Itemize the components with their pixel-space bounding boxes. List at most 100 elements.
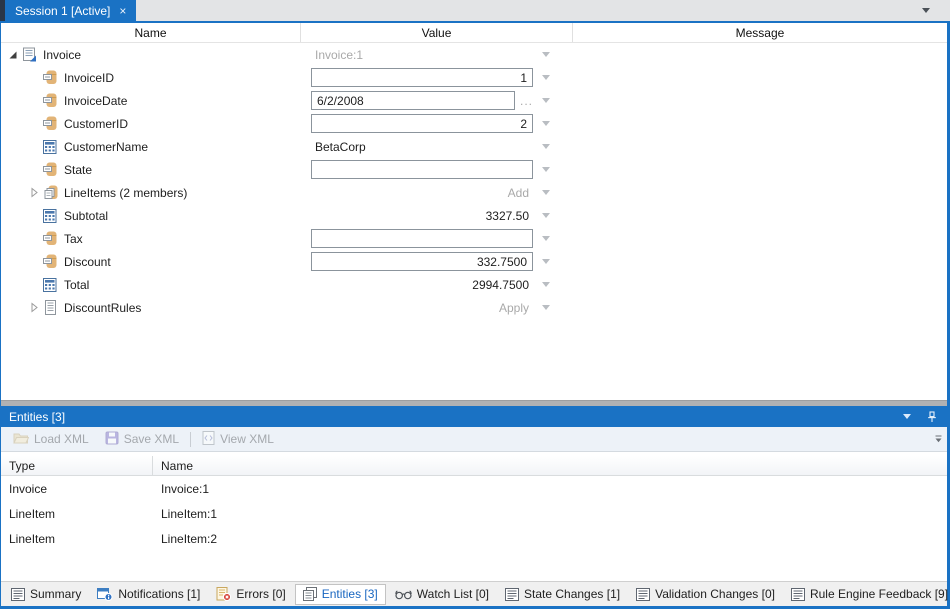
tree-grid-row[interactable]: LineItems (2 members)Add xyxy=(1,181,947,204)
value-widget: Add xyxy=(311,186,533,200)
tree-grid-row[interactable]: Invoice Invoice:1 xyxy=(1,43,947,66)
entities-panel-header[interactable]: Entities [3] xyxy=(1,406,947,427)
row-name-label: InvoiceID xyxy=(64,71,114,85)
output-tab-label: Notifications [1] xyxy=(118,587,200,601)
value-input[interactable] xyxy=(311,91,515,110)
tree-grid-row[interactable]: DiscountRulesApply xyxy=(1,296,947,319)
view-xml-button[interactable]: View XML xyxy=(194,427,282,451)
tree-grid-row[interactable]: InvoiceID xyxy=(1,66,947,89)
column-header-entity-name[interactable]: Name xyxy=(153,456,947,475)
entity-name-cell: LineItem:2 xyxy=(153,532,947,546)
tab-summary[interactable]: Summary xyxy=(4,584,88,605)
entity-icon xyxy=(21,47,37,63)
value-input[interactable] xyxy=(311,229,533,248)
tab-watch-list[interactable]: Watch List [0] xyxy=(388,584,496,605)
expand-toggle-icon[interactable] xyxy=(26,187,42,198)
save-xml-button[interactable]: Save XML xyxy=(97,427,187,451)
tree-grid-row[interactable]: State xyxy=(1,158,947,181)
entity-table-row[interactable]: InvoiceInvoice:1 xyxy=(1,476,947,501)
value-input[interactable] xyxy=(311,68,533,87)
close-icon[interactable]: × xyxy=(119,5,126,17)
tab-validation-changes[interactable]: Validation Changes [0] xyxy=(629,584,782,605)
toolbar-button-label: Load XML xyxy=(34,432,89,446)
column-header-type[interactable]: Type xyxy=(1,456,153,475)
column-header-name[interactable]: Name xyxy=(1,23,301,42)
row-value-cell: Add xyxy=(301,181,573,204)
output-tab-label: Entities [3] xyxy=(322,587,378,601)
row-name-label: Invoice xyxy=(43,48,81,62)
value-dropdown-icon[interactable] xyxy=(542,305,550,310)
value-widget: Apply xyxy=(311,301,533,315)
value-dropdown-icon[interactable] xyxy=(542,98,550,103)
value-dropdown-icon[interactable] xyxy=(542,144,550,149)
entity-table-row[interactable]: LineItemLineItem:2 xyxy=(1,526,947,551)
collapse-toggle-icon[interactable] xyxy=(5,50,21,60)
tab-errors[interactable]: Errors [0] xyxy=(209,584,292,605)
entity-name-cell: Invoice:1 xyxy=(153,482,947,496)
value-dropdown-icon[interactable] xyxy=(542,236,550,241)
row-value-cell: Apply xyxy=(301,296,573,319)
tree-grid-row[interactable]: CustomerID xyxy=(1,112,947,135)
value-dropdown-icon[interactable] xyxy=(542,213,550,218)
output-tab-label: Rule Engine Feedback [9] xyxy=(810,587,948,601)
tab-notifications[interactable]: Notifications [1] xyxy=(90,584,207,605)
value-label: Invoice:1 xyxy=(311,48,533,62)
output-tab-bar: Summary Notifications [1] Errors [0] Entiti… xyxy=(1,581,947,606)
value-input[interactable] xyxy=(311,114,533,133)
value-dropdown-icon[interactable] xyxy=(542,259,550,264)
tree-grid-row[interactable]: Tax xyxy=(1,227,947,250)
column-header-value[interactable]: Value xyxy=(301,23,573,42)
output-tab-label: Validation Changes [0] xyxy=(655,587,775,601)
value-label: 2994.7500 xyxy=(311,278,533,292)
tab-list-chevron-down-icon[interactable] xyxy=(922,8,930,13)
value-dropdown-icon[interactable] xyxy=(542,190,550,195)
toolbar-overflow-icon[interactable] xyxy=(934,435,943,444)
value-dropdown-icon[interactable] xyxy=(542,75,550,80)
tab-entities[interactable]: Entities [3] xyxy=(295,584,386,605)
document-tab-bar: Session 1 [Active] × xyxy=(0,0,950,21)
value-widget: ... xyxy=(311,91,533,110)
entity-table-row[interactable]: LineItemLineItem:1 xyxy=(1,501,947,526)
value-dropdown-icon[interactable] xyxy=(542,121,550,126)
tree-grid-row[interactable]: InvoiceDate... xyxy=(1,89,947,112)
output-tab-label: Watch List [0] xyxy=(417,587,489,601)
toolbar-button-label: View XML xyxy=(220,432,274,446)
value-widget: Invoice:1 xyxy=(311,48,533,62)
value-widget xyxy=(311,114,533,133)
entity-name-cell: LineItem:1 xyxy=(153,507,947,521)
expand-toggle-icon[interactable] xyxy=(26,302,42,313)
row-value-cell: BetaCorp xyxy=(301,135,573,158)
load-xml-button[interactable]: Load XML xyxy=(5,427,97,451)
value-widget: 2994.7500 xyxy=(311,278,533,292)
field-icon xyxy=(42,254,58,270)
panel-chevron-down-icon[interactable] xyxy=(903,414,911,419)
tree-grid-row[interactable]: CustomerNameBetaCorp xyxy=(1,135,947,158)
value-widget xyxy=(311,68,533,87)
value-widget xyxy=(311,160,533,179)
ellipsis-button[interactable]: ... xyxy=(520,94,533,108)
tab-rule-engine-feedback[interactable]: Rule Engine Feedback [9] xyxy=(784,584,950,605)
pin-icon[interactable] xyxy=(927,411,937,423)
tree-grid-body: Invoice Invoice:1 InvoiceID InvoiceDate... C… xyxy=(1,43,947,400)
row-name-cell: Total xyxy=(1,273,301,296)
open-folder-icon xyxy=(13,431,29,448)
value-dropdown-icon[interactable] xyxy=(542,52,550,57)
tab-session-1-active[interactable]: Session 1 [Active] × xyxy=(5,0,136,21)
field-icon xyxy=(42,116,58,132)
entity-type-cell: LineItem xyxy=(1,532,153,546)
tree-grid-row[interactable]: Discount xyxy=(1,250,947,273)
row-name-label: CustomerID xyxy=(64,117,128,131)
tree-grid-row[interactable]: Total 2994.7500 xyxy=(1,273,947,296)
value-input[interactable] xyxy=(311,252,533,271)
value-input[interactable] xyxy=(311,160,533,179)
row-value-cell: Invoice:1 xyxy=(301,43,573,66)
notifications-icon xyxy=(97,587,113,601)
row-value-cell: 3327.50 xyxy=(301,204,573,227)
row-value-cell xyxy=(301,250,573,273)
value-dropdown-icon[interactable] xyxy=(542,282,550,287)
value-widget: BetaCorp xyxy=(311,140,533,154)
value-dropdown-icon[interactable] xyxy=(542,167,550,172)
column-header-message[interactable]: Message xyxy=(573,23,947,42)
tree-grid-row[interactable]: Subtotal3327.50 xyxy=(1,204,947,227)
tab-state-changes[interactable]: State Changes [1] xyxy=(498,584,627,605)
